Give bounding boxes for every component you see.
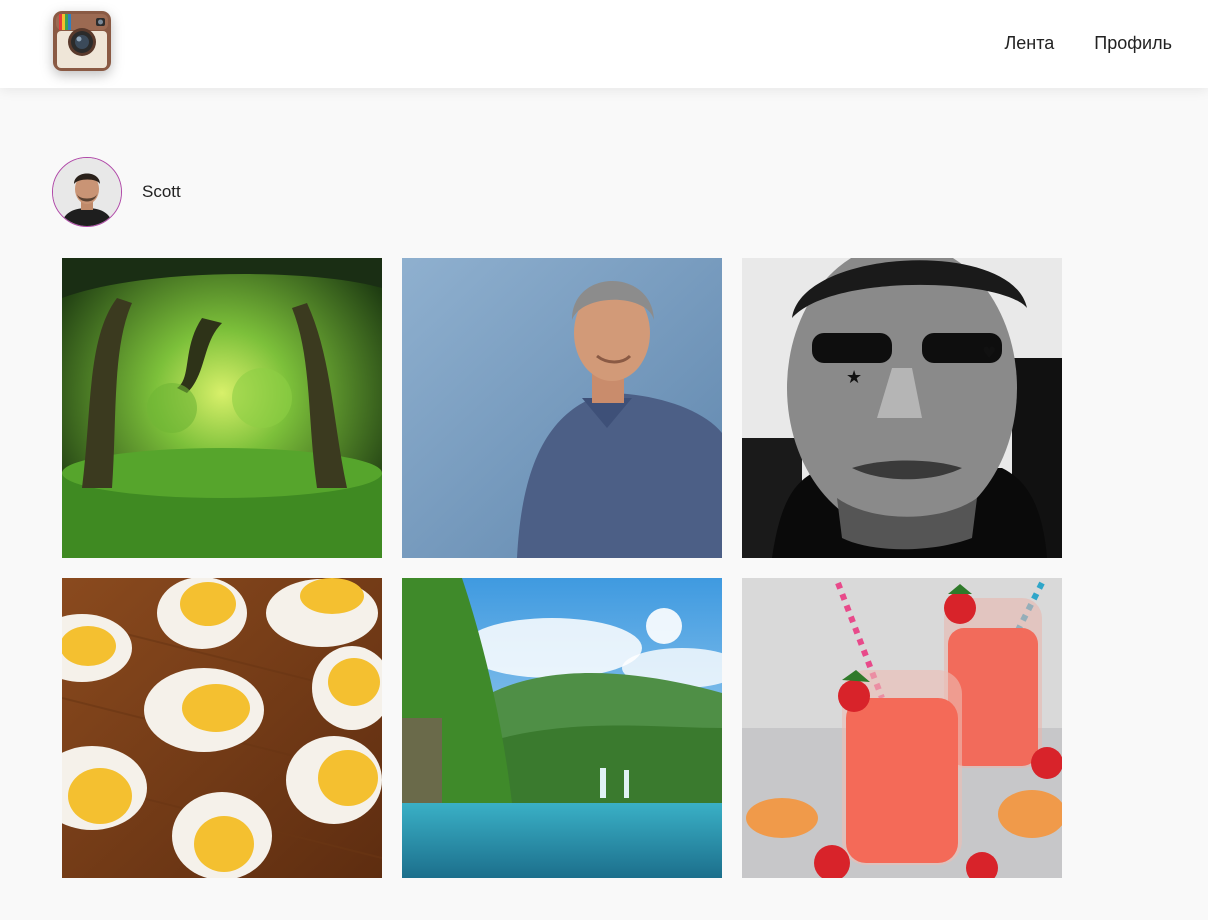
user-avatar-icon	[53, 158, 121, 226]
tattooed-man-photo-icon: ★ ♥	[742, 258, 1062, 558]
forest-photo-icon	[62, 258, 382, 558]
profile-username: Scott	[142, 182, 181, 201]
nav-feed-link[interactable]: Лента	[1004, 32, 1054, 54]
lake-landscape-photo-icon	[402, 578, 722, 878]
post-thumbnail[interactable]	[402, 578, 722, 878]
main-nav: Лента Профиль	[1004, 32, 1172, 54]
post-thumbnail[interactable]	[402, 258, 722, 558]
avatar[interactable]	[52, 157, 122, 227]
post-thumbnail[interactable]	[62, 258, 382, 558]
instagram-logo-icon[interactable]	[52, 10, 112, 72]
nav-profile-link[interactable]: Профиль	[1094, 32, 1172, 54]
man-portrait-photo-icon	[402, 258, 722, 558]
post-thumbnail[interactable]	[742, 578, 1062, 878]
svg-text:★: ★	[846, 367, 862, 388]
posts-grid: ★ ♥	[62, 258, 1062, 878]
boiled-eggs-photo-icon	[62, 578, 382, 878]
top-header: Лента Профиль	[0, 0, 1208, 88]
svg-text:♥: ♥	[982, 343, 996, 362]
smoothie-jars-photo-icon	[742, 578, 1062, 878]
post-thumbnail[interactable]: ★ ♥	[742, 258, 1062, 558]
profile-header: Scott	[52, 157, 181, 227]
post-thumbnail[interactable]	[62, 578, 382, 878]
